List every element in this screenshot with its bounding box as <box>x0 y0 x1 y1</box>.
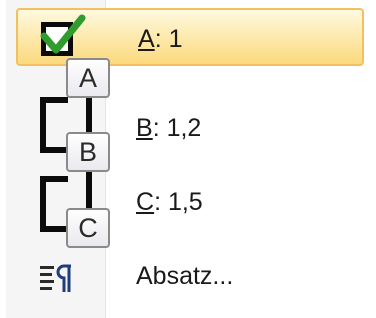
paragraph-label: Absatz... <box>136 262 234 290</box>
menu-item-label-1-5: C: 1,5 <box>136 190 203 215</box>
paragraph-icon <box>40 264 71 292</box>
keytip-c: C <box>66 208 110 248</box>
line-spacing-bracket-icon <box>40 97 68 153</box>
line-spacing-menu: A: 1 B: 1,2 C: 1,5 Absatz... A B C <box>0 0 376 318</box>
spacing-value-1-5: : 1,5 <box>154 188 203 216</box>
keytip-a: A <box>66 58 110 98</box>
accelerator-b: B <box>136 114 153 142</box>
checkmark-icon <box>40 14 86 54</box>
line-spacing-bracket-icon <box>40 176 68 232</box>
accelerator-c: C <box>136 188 155 216</box>
spacing-value-1-2: : 1,2 <box>152 114 202 142</box>
accelerator-a: A <box>138 25 155 53</box>
menu-item-label-1: A: 1 <box>138 27 182 52</box>
keytip-b: B <box>66 132 110 172</box>
spacing-value-1: : 1 <box>154 25 183 53</box>
menu-item-label-1-2: B: 1,2 <box>136 116 201 141</box>
